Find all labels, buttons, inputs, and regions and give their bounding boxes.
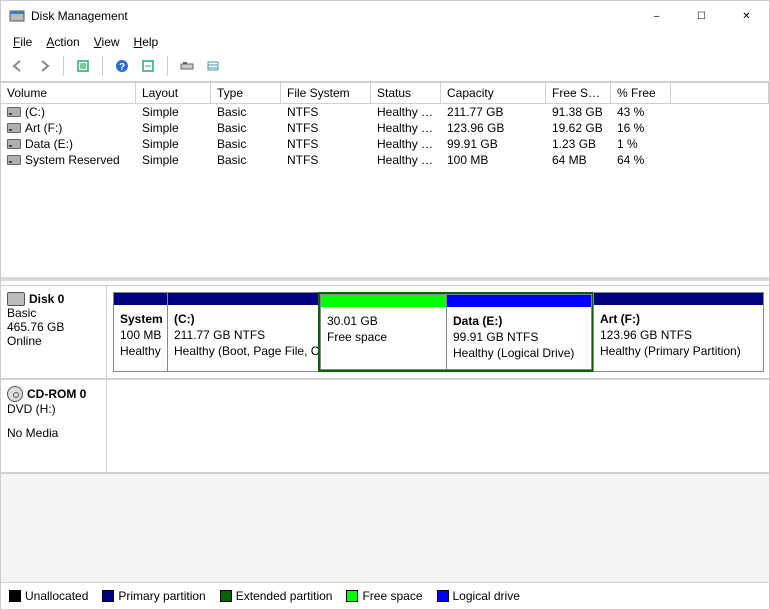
swatch-icon bbox=[437, 590, 449, 602]
volume-row[interactable]: (C:) Simple Basic NTFS Healthy (B... 211… bbox=[1, 104, 769, 120]
cell-status: Healthy (B... bbox=[371, 104, 441, 120]
disk-info: Disk 0 Basic 465.76 GB Online bbox=[1, 286, 107, 378]
col-volume[interactable]: Volume bbox=[1, 83, 136, 103]
partition-art[interactable]: Art (F:) 123.96 GB NTFS Healthy (Primary… bbox=[593, 292, 764, 372]
partition-color-bar bbox=[321, 295, 446, 307]
swatch-icon bbox=[346, 590, 358, 602]
cell-fs: NTFS bbox=[281, 104, 371, 120]
legend-free: Free space bbox=[346, 589, 422, 603]
volume-name: Art (F:) bbox=[25, 121, 62, 135]
drive-icon bbox=[7, 155, 21, 165]
settings-button[interactable] bbox=[137, 55, 159, 77]
disk-type: Basic bbox=[7, 306, 100, 320]
help-button[interactable]: ? bbox=[111, 55, 133, 77]
title-bar: Disk Management – ☐ ✕ bbox=[1, 1, 769, 31]
swatch-icon bbox=[102, 590, 114, 602]
volume-list: (C:) Simple Basic NTFS Healthy (B... 211… bbox=[1, 104, 769, 168]
partition-system[interactable]: System 100 MB Healthy bbox=[113, 292, 168, 372]
col-layout[interactable]: Layout bbox=[136, 83, 211, 103]
cell-type: Basic bbox=[211, 104, 281, 120]
drive-icon bbox=[7, 123, 21, 133]
cdrom-name: CD-ROM 0 bbox=[27, 387, 86, 401]
partition-color-bar bbox=[168, 293, 318, 305]
partition-free[interactable]: 30.01 GB Free space bbox=[320, 294, 447, 370]
col-filesystem[interactable]: File System bbox=[281, 83, 371, 103]
swatch-icon bbox=[220, 590, 232, 602]
cdrom-type: DVD (H:) bbox=[7, 402, 100, 416]
col-pctfree[interactable]: % Free bbox=[611, 83, 671, 103]
cdrom-row[interactable]: CD-ROM 0 DVD (H:) No Media bbox=[1, 379, 769, 473]
toolbar-separator bbox=[167, 56, 168, 76]
list-button[interactable] bbox=[202, 55, 224, 77]
action-button[interactable] bbox=[176, 55, 198, 77]
window-title: Disk Management bbox=[31, 9, 634, 23]
cell-pct: 43 % bbox=[611, 104, 671, 120]
cell-free: 91.38 GB bbox=[546, 104, 611, 120]
back-button[interactable] bbox=[7, 55, 29, 77]
close-button[interactable]: ✕ bbox=[724, 1, 769, 31]
cdrom-empty bbox=[107, 380, 769, 472]
menu-bar: File Action View Help bbox=[1, 31, 769, 53]
disk-icon bbox=[7, 292, 25, 306]
partition-data[interactable]: Data (E:) 99.91 GB NTFS Healthy (Logical… bbox=[446, 294, 592, 370]
volume-name: Data (E:) bbox=[25, 137, 73, 151]
partition-container: System 100 MB Healthy (C:) 211.77 GB NTF… bbox=[107, 286, 769, 378]
cell-capacity: 211.77 GB bbox=[441, 104, 546, 120]
menu-file[interactable]: File bbox=[7, 33, 38, 51]
volume-row[interactable]: Art (F:) Simple Basic NTFS Healthy (P...… bbox=[1, 120, 769, 136]
cdrom-info: CD-ROM 0 DVD (H:) No Media bbox=[1, 380, 107, 472]
disk-name: Disk 0 bbox=[29, 292, 64, 306]
extended-partition: 30.01 GB Free space Data (E:) 99.91 GB N… bbox=[318, 292, 593, 372]
partition-color-bar bbox=[594, 293, 763, 305]
app-icon bbox=[9, 8, 25, 24]
menu-view[interactable]: View bbox=[88, 33, 126, 51]
legend-primary: Primary partition bbox=[102, 589, 205, 603]
volume-row[interactable]: Data (E:) Simple Basic NTFS Healthy (L..… bbox=[1, 136, 769, 152]
minimize-button[interactable]: – bbox=[634, 1, 679, 31]
drive-icon bbox=[7, 107, 21, 117]
volume-name: System Reserved bbox=[25, 153, 120, 167]
swatch-icon bbox=[9, 590, 21, 602]
maximize-button[interactable]: ☐ bbox=[679, 1, 724, 31]
partition-color-bar bbox=[447, 295, 591, 307]
volume-list-empty-area[interactable] bbox=[1, 168, 769, 281]
volume-list-header: Volume Layout Type File System Status Ca… bbox=[1, 82, 769, 104]
col-freespace[interactable]: Free Spa... bbox=[546, 83, 611, 103]
refresh-button[interactable] bbox=[72, 55, 94, 77]
legend-logical: Logical drive bbox=[437, 589, 520, 603]
col-type[interactable]: Type bbox=[211, 83, 281, 103]
toolbar: ? bbox=[1, 53, 769, 82]
toolbar-separator bbox=[63, 56, 64, 76]
cell-layout: Simple bbox=[136, 104, 211, 120]
bottom-spacer bbox=[1, 473, 769, 583]
col-capacity[interactable]: Capacity bbox=[441, 83, 546, 103]
col-status[interactable]: Status bbox=[371, 83, 441, 103]
toolbar-separator bbox=[102, 56, 103, 76]
disk-row[interactable]: Disk 0 Basic 465.76 GB Online System 100… bbox=[1, 285, 769, 379]
col-spacer bbox=[671, 83, 769, 103]
legend: Unallocated Primary partition Extended p… bbox=[1, 582, 769, 609]
partition-c[interactable]: (C:) 211.77 GB NTFS Healthy (Boot, Page … bbox=[167, 292, 319, 372]
legend-unallocated: Unallocated bbox=[9, 589, 88, 603]
cdrom-state: No Media bbox=[7, 426, 100, 440]
disk-map-pane: Disk 0 Basic 465.76 GB Online System 100… bbox=[1, 281, 769, 473]
disk-state: Online bbox=[7, 334, 100, 348]
svg-text:?: ? bbox=[119, 62, 125, 73]
forward-button[interactable] bbox=[33, 55, 55, 77]
menu-action[interactable]: Action bbox=[40, 33, 85, 51]
volume-name: (C:) bbox=[25, 105, 45, 119]
partition-color-bar bbox=[114, 293, 167, 305]
menu-help[interactable]: Help bbox=[128, 33, 165, 51]
volume-row[interactable]: System Reserved Simple Basic NTFS Health… bbox=[1, 152, 769, 168]
disk-size: 465.76 GB bbox=[7, 320, 100, 334]
drive-icon bbox=[7, 139, 21, 149]
cdrom-icon bbox=[7, 386, 23, 402]
legend-extended: Extended partition bbox=[220, 589, 333, 603]
